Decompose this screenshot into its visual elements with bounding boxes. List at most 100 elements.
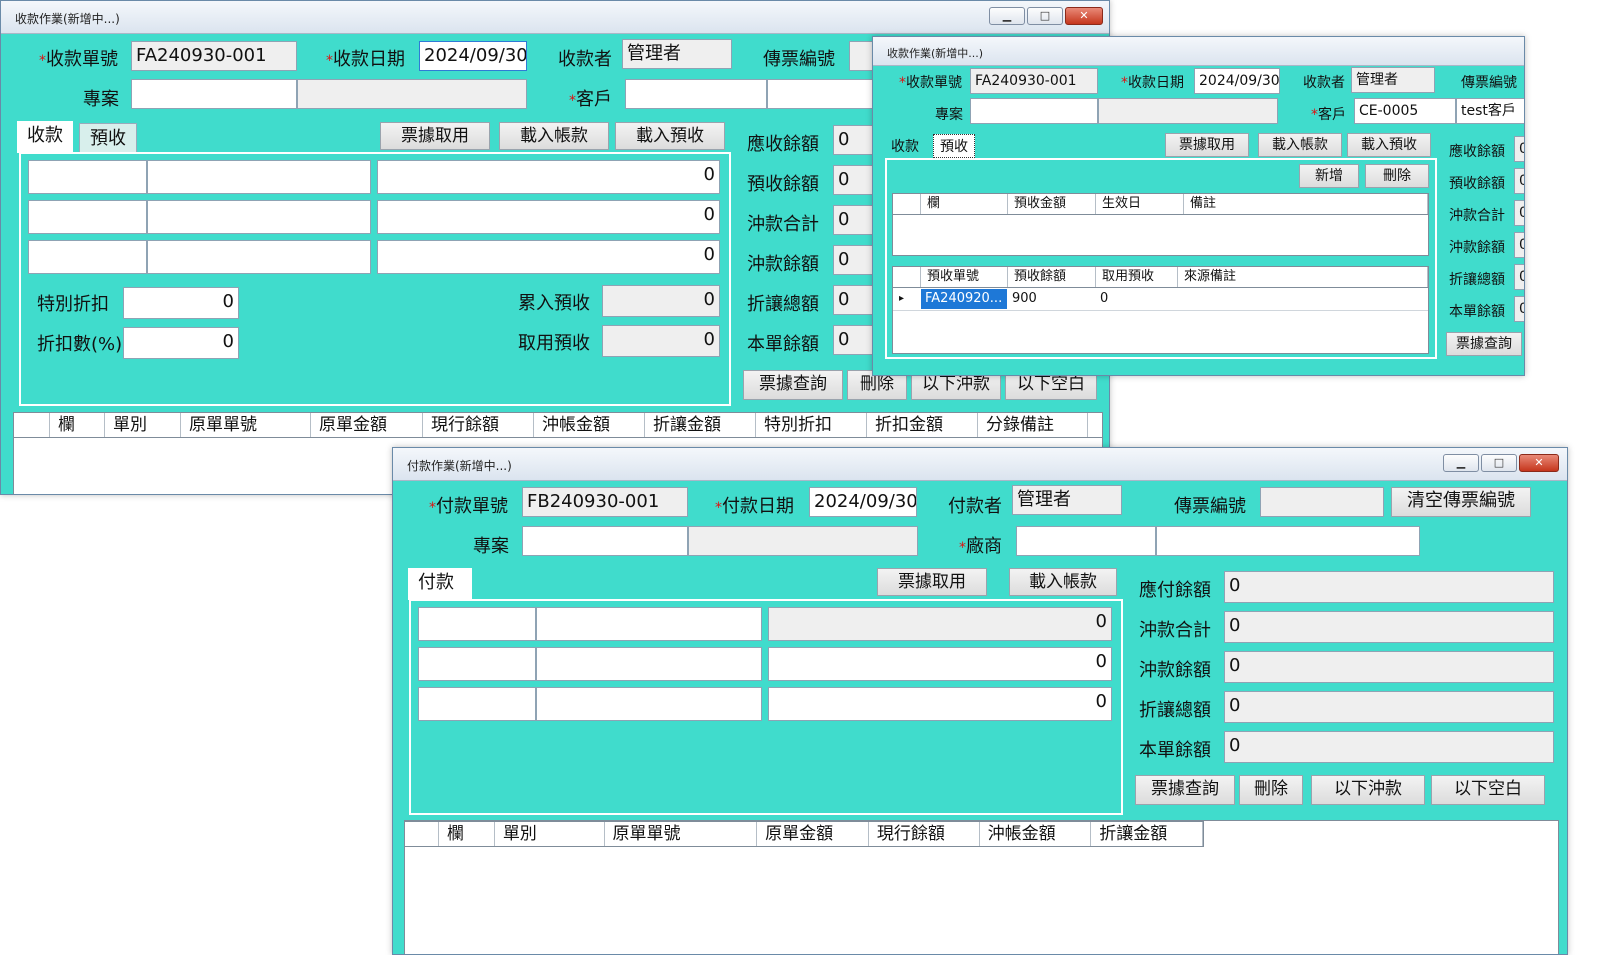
project-code-field[interactable] xyxy=(970,98,1098,124)
prepay-grid[interactable] xyxy=(892,214,1429,256)
grid-column[interactable]: 預收餘額 xyxy=(1008,267,1096,287)
maximize-icon[interactable]: □ xyxy=(1027,7,1063,25)
project-code-field[interactable] xyxy=(522,526,688,556)
bill-amount-field-1[interactable]: 0 xyxy=(377,160,720,194)
prepay-no-cell[interactable]: FA240920... xyxy=(921,289,1007,309)
minimize-icon[interactable]: ▁ xyxy=(1443,454,1479,472)
grid-column[interactable]: 沖帳金額 xyxy=(980,822,1092,846)
payer-field[interactable]: 管理者 xyxy=(1012,485,1122,515)
grid-column[interactable]: 預收單號 xyxy=(921,267,1008,287)
grid-column[interactable]: 取用預收 xyxy=(1096,267,1178,287)
minimize-icon[interactable]: ▁ xyxy=(989,7,1025,25)
grid-column[interactable]: 原單金額 xyxy=(757,822,869,846)
below-offset-button[interactable]: 以下沖款 xyxy=(1311,775,1425,805)
grid-column[interactable]: 生效日 xyxy=(1096,194,1184,214)
grid-column[interactable]: 沖帳金額 xyxy=(534,413,645,437)
load-prepay-button[interactable]: 載入預收 xyxy=(1347,133,1431,157)
grid-column[interactable]: 來源備註 xyxy=(1178,267,1428,287)
clear-voucher-button[interactable]: 清空傳票編號 xyxy=(1391,487,1531,517)
customer-name-field[interactable]: test客戶 xyxy=(1456,98,1524,124)
load-account-button[interactable]: 載入帳款 xyxy=(1009,568,1117,596)
bill-type-field-2[interactable] xyxy=(418,647,536,681)
tab-receipt[interactable]: 收款 xyxy=(885,135,925,159)
bill-amount-field-2[interactable]: 0 xyxy=(768,647,1112,681)
grid-column[interactable]: 折讓金額 xyxy=(645,413,756,437)
grid-column[interactable]: 折扣金額 xyxy=(867,413,978,437)
prepay-take-grid[interactable]: ▸ FA240920... 900 0 xyxy=(892,287,1429,354)
bill-desc-field-1[interactable] xyxy=(147,160,371,194)
close-icon[interactable]: ✕ xyxy=(1065,7,1103,25)
grid-column[interactable]: 現行餘額 xyxy=(423,413,534,437)
table-row[interactable]: ▸ FA240920... 900 0 xyxy=(893,288,1428,311)
grid-column[interactable]: 原單單號 xyxy=(181,413,311,437)
load-prepay-button[interactable]: 載入預收 xyxy=(615,122,725,150)
grid-column[interactable]: 原單單號 xyxy=(605,822,758,846)
bill-amount-field-3[interactable]: 0 xyxy=(768,687,1112,721)
bill-desc-field-2[interactable] xyxy=(536,647,762,681)
payment-window-titlebar[interactable]: 付款作業(新增中...) ▁ □ ✕ xyxy=(393,448,1567,481)
payment-no-field[interactable]: FB240930-001 xyxy=(522,487,688,517)
project-code-field[interactable] xyxy=(131,79,297,109)
prepay-window-titlebar[interactable]: 收款作業(新增中...) xyxy=(873,37,1524,66)
receipt-no-field[interactable]: FA240930-001 xyxy=(131,41,297,71)
load-account-button[interactable]: 載入帳款 xyxy=(1258,133,1342,157)
bill-desc-field-3[interactable] xyxy=(147,240,371,274)
take-bill-button[interactable]: 票據取用 xyxy=(380,122,490,150)
take-bill-button[interactable]: 票據取用 xyxy=(877,568,987,596)
payment-date-field[interactable]: 2024/09/30 xyxy=(809,487,917,517)
bill-amount-field-1[interactable]: 0 xyxy=(768,607,1112,641)
prepay-balance-cell[interactable]: 900 xyxy=(1008,289,1095,309)
close-icon[interactable]: ✕ xyxy=(1519,454,1559,472)
load-account-button[interactable]: 載入帳款 xyxy=(499,122,609,150)
add-button[interactable]: 新增 xyxy=(1299,164,1359,188)
receiver-field[interactable]: 管理者 xyxy=(622,39,732,69)
grid-column[interactable]: 折讓金額 xyxy=(1091,822,1204,846)
grid-column[interactable]: 單別 xyxy=(105,413,181,437)
discount-rate-field[interactable]: 0 xyxy=(123,327,239,359)
bill-type-field-2[interactable] xyxy=(28,200,147,234)
delete-button[interactable]: 刪除 xyxy=(1239,775,1303,805)
grid-column[interactable]: 現行餘額 xyxy=(869,822,980,846)
delete-button[interactable]: 刪除 xyxy=(1365,164,1429,188)
grid-column[interactable]: 單別 xyxy=(495,822,605,846)
tab-prepay[interactable]: 預收 xyxy=(79,123,137,153)
special-discount-field[interactable]: 0 xyxy=(123,287,239,319)
bill-query-button[interactable]: 票據查詢 xyxy=(1135,775,1235,805)
receipt-date-field[interactable]: 2024/09/30 xyxy=(419,41,527,71)
below-blank-button[interactable]: 以下空白 xyxy=(1431,775,1545,805)
customer-code-field[interactable]: CE-0005 xyxy=(1354,98,1456,124)
grid-column[interactable]: 欄 xyxy=(439,822,495,846)
receipt-date-field[interactable]: 2024/09/30 xyxy=(1194,68,1280,94)
bill-desc-field-1[interactable] xyxy=(536,607,762,641)
tab-prepay[interactable]: 預收 xyxy=(933,134,975,158)
grid-column[interactable]: 備註 xyxy=(1184,194,1428,214)
bill-type-field-1[interactable] xyxy=(418,607,536,641)
tab-receipt[interactable]: 收款 xyxy=(17,121,73,153)
vendor-code-field[interactable] xyxy=(1016,526,1156,556)
take-bill-button[interactable]: 票據取用 xyxy=(1165,133,1249,157)
receiver-field[interactable]: 管理者 xyxy=(1351,67,1435,93)
grid-column[interactable]: 欄 xyxy=(921,194,1008,214)
grid-column[interactable]: 原單金額 xyxy=(311,413,423,437)
bill-amount-field-3[interactable]: 0 xyxy=(377,240,720,274)
bill-desc-field-3[interactable] xyxy=(536,687,762,721)
bill-type-field-3[interactable] xyxy=(28,240,147,274)
receipt-no-field[interactable]: FA240930-001 xyxy=(970,68,1098,94)
customer-name-field[interactable] xyxy=(767,79,887,109)
receipt-window-titlebar[interactable]: 收款作業(新增中...) ▁ □ ✕ xyxy=(1,1,1109,34)
bill-type-field-3[interactable] xyxy=(418,687,536,721)
tab-pay[interactable]: 付款 xyxy=(408,568,472,600)
vendor-name-field[interactable] xyxy=(1156,526,1420,556)
maximize-icon[interactable]: □ xyxy=(1481,454,1517,472)
bill-desc-field-2[interactable] xyxy=(147,200,371,234)
grid-column[interactable]: 預收金額 xyxy=(1008,194,1096,214)
grid-column[interactable]: 欄 xyxy=(50,413,105,437)
customer-code-field[interactable] xyxy=(625,79,767,109)
grid-column[interactable]: 特別折扣 xyxy=(756,413,867,437)
voucher-no-field[interactable] xyxy=(1260,487,1384,517)
take-prepay-cell[interactable]: 0 xyxy=(1096,289,1177,309)
bill-amount-field-2[interactable]: 0 xyxy=(377,200,720,234)
grid-column[interactable]: 分錄備註 xyxy=(978,413,1088,437)
bill-query-button[interactable]: 票據查詢 xyxy=(743,370,843,400)
bill-type-field-1[interactable] xyxy=(28,160,147,194)
